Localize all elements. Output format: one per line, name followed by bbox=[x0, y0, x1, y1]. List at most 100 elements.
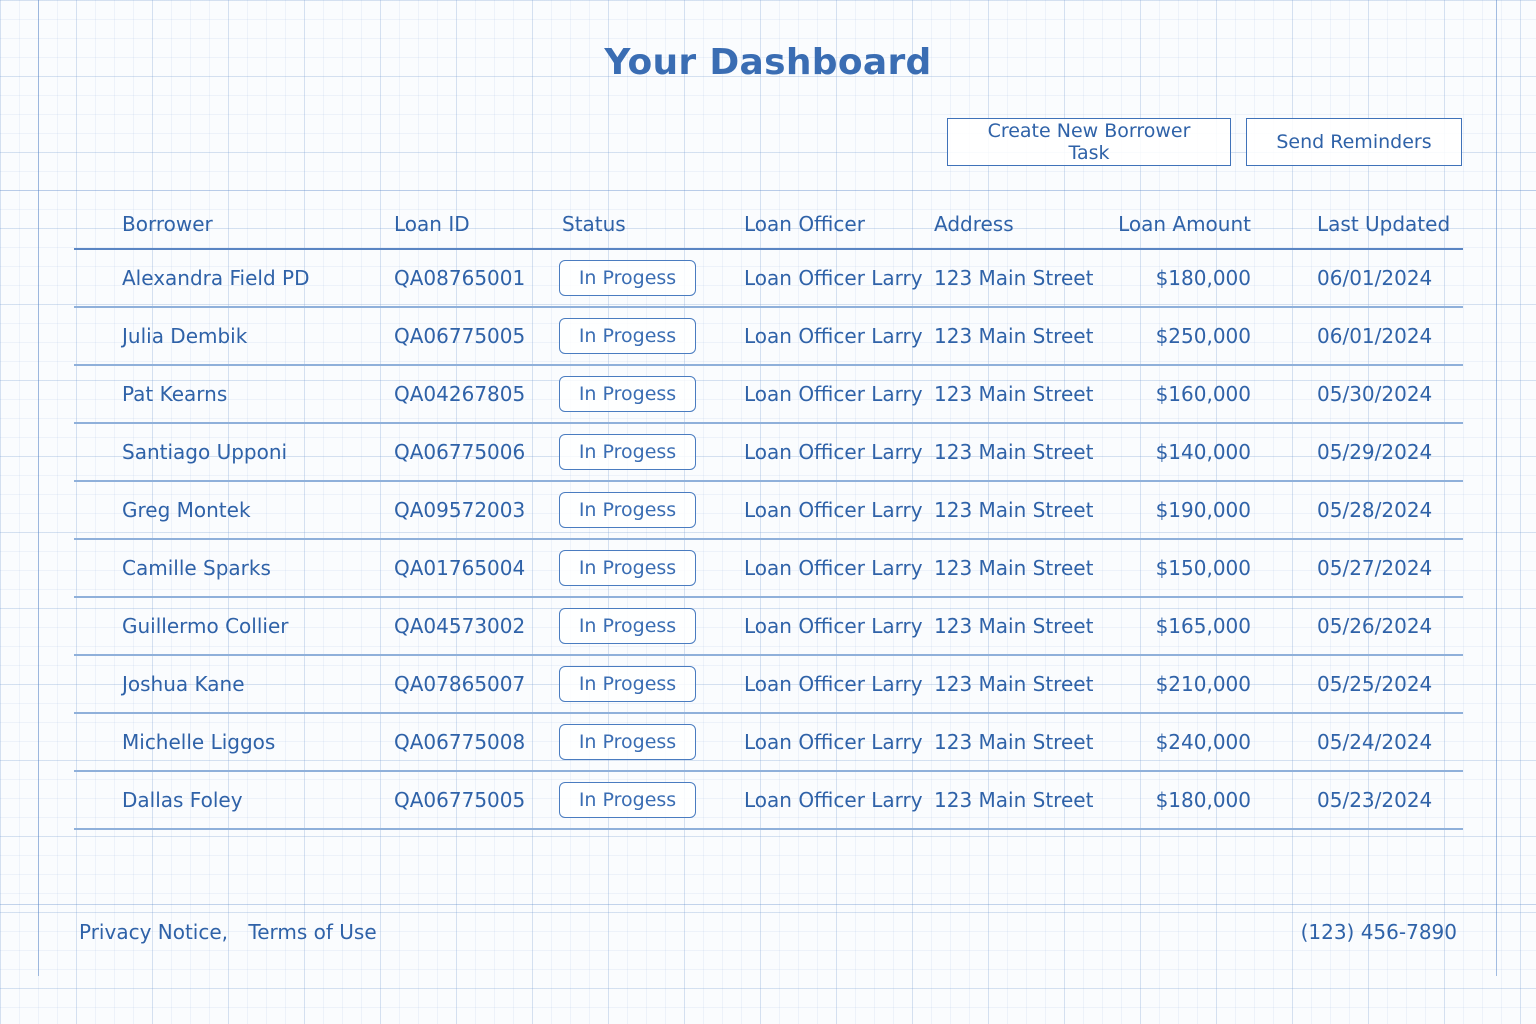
page-title: Your Dashboard bbox=[604, 42, 932, 83]
status-badge[interactable]: In Progess bbox=[559, 318, 696, 354]
loan-amount: $180,000 bbox=[1100, 249, 1255, 308]
status-badge[interactable]: In Progess bbox=[559, 666, 696, 702]
status-badge[interactable]: In Progess bbox=[559, 260, 696, 296]
borrower-name[interactable]: Michelle Liggos bbox=[74, 713, 394, 772]
address: 123 Main Street bbox=[934, 655, 1100, 714]
guide-line-right bbox=[1496, 0, 1497, 976]
borrower-name[interactable]: Pat Kearns bbox=[74, 365, 394, 424]
status-badge[interactable]: In Progess bbox=[559, 376, 696, 412]
loan-id: QA06775005 bbox=[394, 307, 562, 366]
last-updated: 05/30/2024 bbox=[1255, 365, 1463, 424]
status-badge[interactable]: In Progess bbox=[559, 550, 696, 586]
last-updated: 05/23/2024 bbox=[1255, 771, 1463, 830]
table-row[interactable]: Guillermo Collier QA04573002 In Progess … bbox=[74, 597, 1463, 656]
column-header-last-updated[interactable]: Last Updated bbox=[1255, 200, 1463, 250]
guide-line-left bbox=[38, 0, 39, 976]
loan-id: QA08765001 bbox=[394, 249, 562, 308]
loan-officer: Loan Officer Larry bbox=[744, 655, 934, 714]
table-row[interactable]: Michelle Liggos QA06775008 In Progess Lo… bbox=[74, 713, 1463, 772]
address: 123 Main Street bbox=[934, 771, 1100, 830]
loan-id: QA04573002 bbox=[394, 597, 562, 656]
address: 123 Main Street bbox=[934, 307, 1100, 366]
status-badge[interactable]: In Progess bbox=[559, 608, 696, 644]
table-row[interactable]: Santiago Upponi QA06775006 In Progess Lo… bbox=[74, 423, 1463, 482]
loan-officer: Loan Officer Larry bbox=[744, 423, 934, 482]
borrower-name[interactable]: Camille Sparks bbox=[74, 539, 394, 598]
address: 123 Main Street bbox=[934, 597, 1100, 656]
address: 123 Main Street bbox=[934, 249, 1100, 308]
table-row[interactable]: Dallas Foley QA06775005 In Progess Loan … bbox=[74, 771, 1463, 830]
address: 123 Main Street bbox=[934, 423, 1100, 482]
send-reminders-button[interactable]: Send Reminders bbox=[1246, 118, 1462, 166]
table-row[interactable]: Alexandra Field PD QA08765001 In Progess… bbox=[74, 249, 1463, 308]
last-updated: 05/28/2024 bbox=[1255, 481, 1463, 540]
last-updated: 05/24/2024 bbox=[1255, 713, 1463, 772]
footer-links: Privacy Notice, Terms of Use bbox=[79, 920, 377, 944]
loan-amount: $190,000 bbox=[1100, 481, 1255, 540]
guide-line-bottom bbox=[0, 904, 1536, 905]
last-updated: 05/27/2024 bbox=[1255, 539, 1463, 598]
last-updated: 06/01/2024 bbox=[1255, 307, 1463, 366]
loan-id: QA06775005 bbox=[394, 771, 562, 830]
loan-amount: $140,000 bbox=[1100, 423, 1255, 482]
borrower-name[interactable]: Guillermo Collier bbox=[74, 597, 394, 656]
status-badge[interactable]: In Progess bbox=[559, 434, 696, 470]
loan-amount: $150,000 bbox=[1100, 539, 1255, 598]
last-updated: 05/26/2024 bbox=[1255, 597, 1463, 656]
address: 123 Main Street bbox=[934, 713, 1100, 772]
privacy-notice-link[interactable]: Privacy Notice, bbox=[79, 920, 228, 944]
status-badge[interactable]: In Progess bbox=[559, 724, 696, 760]
last-updated: 06/01/2024 bbox=[1255, 249, 1463, 308]
table-row[interactable]: Greg Montek QA09572003 In Progess Loan O… bbox=[74, 481, 1463, 540]
loan-amount: $160,000 bbox=[1100, 365, 1255, 424]
column-header-borrower[interactable]: Borrower bbox=[74, 200, 394, 250]
terms-of-use-link[interactable]: Terms of Use bbox=[248, 920, 376, 944]
loan-id: QA01765004 bbox=[394, 539, 562, 598]
loan-id: QA09572003 bbox=[394, 481, 562, 540]
table-header-row: Borrower Loan ID Status Loan Officer Add… bbox=[74, 200, 1463, 250]
table-row[interactable]: Pat Kearns QA04267805 In Progess Loan Of… bbox=[74, 365, 1463, 424]
table-row[interactable]: Julia Dembik QA06775005 In Progess Loan … bbox=[74, 307, 1463, 366]
loan-officer: Loan Officer Larry bbox=[744, 597, 934, 656]
loan-id: QA04267805 bbox=[394, 365, 562, 424]
footer-phone: (123) 456-7890 bbox=[1300, 920, 1457, 944]
borrower-name[interactable]: Greg Montek bbox=[74, 481, 394, 540]
loan-officer: Loan Officer Larry bbox=[744, 539, 934, 598]
loans-table: Borrower Loan ID Status Loan Officer Add… bbox=[74, 200, 1463, 830]
loan-amount: $165,000 bbox=[1100, 597, 1255, 656]
borrower-name[interactable]: Alexandra Field PD bbox=[74, 249, 394, 308]
loan-officer: Loan Officer Larry bbox=[744, 771, 934, 830]
address: 123 Main Street bbox=[934, 481, 1100, 540]
loan-id: QA07865007 bbox=[394, 655, 562, 714]
table-row[interactable]: Joshua Kane QA07865007 In Progess Loan O… bbox=[74, 655, 1463, 714]
status-badge[interactable]: In Progess bbox=[559, 492, 696, 528]
table-row[interactable]: Camille Sparks QA01765004 In Progess Loa… bbox=[74, 539, 1463, 598]
last-updated: 05/25/2024 bbox=[1255, 655, 1463, 714]
loan-amount: $210,000 bbox=[1100, 655, 1255, 714]
loan-id: QA06775006 bbox=[394, 423, 562, 482]
loan-officer: Loan Officer Larry bbox=[744, 365, 934, 424]
address: 123 Main Street bbox=[934, 539, 1100, 598]
column-header-status[interactable]: Status bbox=[562, 200, 744, 250]
status-badge[interactable]: In Progess bbox=[559, 782, 696, 818]
create-borrower-task-button[interactable]: Create New Borrower Task bbox=[947, 118, 1231, 166]
loan-officer: Loan Officer Larry bbox=[744, 307, 934, 366]
column-header-address[interactable]: Address bbox=[934, 200, 1100, 250]
action-bar: Create New Borrower Task Send Reminders bbox=[947, 118, 1462, 166]
borrower-name[interactable]: Joshua Kane bbox=[74, 655, 394, 714]
guide-line-top bbox=[0, 190, 1536, 191]
borrower-name[interactable]: Julia Dembik bbox=[74, 307, 394, 366]
column-header-loan-officer[interactable]: Loan Officer bbox=[744, 200, 934, 250]
borrower-name[interactable]: Santiago Upponi bbox=[74, 423, 394, 482]
last-updated: 05/29/2024 bbox=[1255, 423, 1463, 482]
address: 123 Main Street bbox=[934, 365, 1100, 424]
column-header-loan-id[interactable]: Loan ID bbox=[394, 200, 562, 250]
column-header-loan-amount[interactable]: Loan Amount bbox=[1100, 200, 1255, 250]
loan-id: QA06775008 bbox=[394, 713, 562, 772]
loan-amount: $180,000 bbox=[1100, 771, 1255, 830]
loan-amount: $250,000 bbox=[1100, 307, 1255, 366]
borrower-name[interactable]: Dallas Foley bbox=[74, 771, 394, 830]
loan-amount: $240,000 bbox=[1100, 713, 1255, 772]
loan-officer: Loan Officer Larry bbox=[744, 249, 934, 308]
loan-officer: Loan Officer Larry bbox=[744, 481, 934, 540]
